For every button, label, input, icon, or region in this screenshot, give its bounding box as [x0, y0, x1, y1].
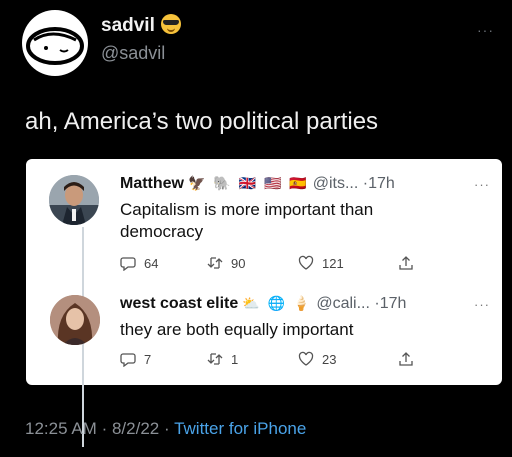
reply-name[interactable]: Matthew	[120, 175, 184, 192]
share-icon	[399, 352, 413, 366]
meta-separator: ·	[163, 419, 170, 438]
tweet-source-link[interactable]: Twitter for iPhone	[174, 419, 306, 438]
sunglasses-emoji-icon	[160, 14, 181, 34]
share-icon	[399, 256, 413, 270]
author-name[interactable]: sadvil	[101, 14, 181, 37]
retweet-button[interactable]: 90	[207, 255, 245, 271]
reply-age: ·17h	[374, 295, 407, 312]
retweet-button[interactable]: 1	[207, 351, 238, 367]
screenshot-card: Matthew 🦅 🐘 🇬🇧 🇺🇸 🇪🇸 @its... ·17h ··· Capi…	[26, 159, 502, 447]
reply-count: 64	[144, 255, 159, 271]
author-name-text: sadvil	[101, 15, 155, 36]
reply-header-matthew: Matthew 🦅 🐘 🇬🇧 🇺🇸 🇪🇸 @its... ·17h	[120, 175, 395, 193]
avatar-photo-icon	[49, 175, 99, 225]
author-handle[interactable]: @sadvil	[101, 43, 165, 64]
reply-button[interactable]: 7	[120, 351, 151, 367]
share-button[interactable]	[398, 255, 414, 271]
reply-handle[interactable]: @its...	[313, 175, 359, 192]
reply-more-icon[interactable]: ···	[474, 297, 490, 312]
like-button[interactable]: 121	[298, 255, 344, 271]
reply-button[interactable]: 64	[120, 255, 158, 271]
retweet-count: 1	[231, 351, 239, 367]
comment-icon	[120, 257, 136, 271]
reply-count: 7	[144, 351, 152, 367]
comment-icon	[120, 353, 136, 367]
retweet-icon	[207, 257, 223, 269]
heart-icon	[298, 351, 314, 366]
tweet-meta: 12:25 AM · 8/2/22 · Twitter for iPhone	[25, 419, 306, 439]
reply-body: they are both equally important	[120, 320, 354, 339]
reply-avatar-west-coast-elite[interactable]	[50, 295, 100, 345]
more-options-icon[interactable]: ···	[477, 22, 494, 38]
like-count: 23	[322, 351, 337, 367]
like-count: 121	[322, 255, 344, 271]
like-button[interactable]: 23	[298, 351, 336, 367]
retweet-count: 90	[231, 255, 246, 271]
reply-more-icon[interactable]: ···	[474, 177, 490, 192]
avatar-drawing	[26, 27, 84, 65]
heart-icon	[298, 255, 314, 270]
author-avatar[interactable]	[22, 10, 88, 76]
reply-header-west-coast-elite: west coast elite ⛅ 🌐 🍦 @cali... ·17h	[120, 295, 406, 313]
reply-handle[interactable]: @cali...	[316, 295, 370, 312]
tweet-text: ah, America’s two political parties	[25, 108, 379, 135]
tweet-time[interactable]: 12:25 AM	[25, 419, 97, 438]
reply-body: Capitalism is more important than democr…	[120, 200, 374, 241]
meta-separator: ·	[101, 419, 108, 438]
tweet-date[interactable]: 8/2/22	[112, 419, 159, 438]
reply-name[interactable]: west coast elite	[120, 295, 238, 312]
retweet-icon	[207, 353, 223, 365]
share-button[interactable]	[398, 351, 414, 367]
avatar-illustration-icon	[50, 295, 100, 345]
reply-badges: 🦅 🐘 🇬🇧 🇺🇸 🇪🇸	[188, 175, 309, 191]
reply-avatar-matthew[interactable]	[49, 175, 99, 225]
reply-badges: ⛅ 🌐 🍦	[242, 295, 313, 311]
reply-age: ·17h	[362, 175, 395, 192]
